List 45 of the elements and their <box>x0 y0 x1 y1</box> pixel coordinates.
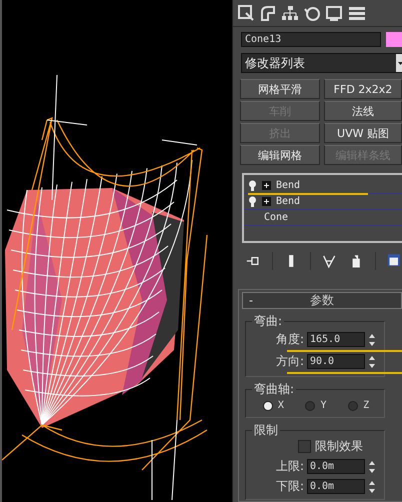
utilities-icon[interactable] <box>347 4 365 22</box>
spinner-arrows-icon[interactable] <box>368 354 376 368</box>
group-title: 弯曲: <box>253 314 284 328</box>
stack-item[interactable]: Cone <box>264 212 288 223</box>
checkbox[interactable] <box>298 440 311 453</box>
rollout-title: 参数 <box>309 292 335 309</box>
stack-item[interactable]: Bend <box>276 180 300 191</box>
radio-option[interactable]: Z <box>348 400 370 411</box>
modifier-button[interactable]: UVW 贴图 <box>324 123 402 143</box>
modifier-button[interactable]: FFD 2x2x2 <box>324 79 402 99</box>
object-name-field[interactable]: Cone13 <box>241 32 381 47</box>
spinner-field[interactable]: 0.0m <box>307 479 365 494</box>
field-label: 角度: <box>276 331 304 348</box>
field-label: 方向: <box>276 353 304 370</box>
collapse-toggle[interactable]: - <box>243 294 263 307</box>
group-title: 弯曲轴: <box>253 382 296 396</box>
field-label: 下限: <box>276 478 304 495</box>
modifier-list-dropdown[interactable]: 修改器列表 <box>241 53 402 73</box>
spinner-field[interactable]: 90.0 <box>307 354 365 369</box>
field-label: 上限: <box>276 458 304 475</box>
stack-item[interactable]: Bend <box>276 196 300 207</box>
configure-icon[interactable] <box>386 253 402 269</box>
modifier-button[interactable]: 编辑网格 <box>240 145 320 165</box>
motion-icon[interactable] <box>303 4 321 22</box>
group-title: 限制 <box>253 423 279 437</box>
modifier-button[interactable]: 法线 <box>324 101 402 121</box>
create-icon[interactable] <box>237 4 255 22</box>
radio-option[interactable]: X <box>262 400 284 411</box>
spinner-field[interactable]: 165.0 <box>307 332 365 347</box>
spinner-arrows-icon[interactable] <box>368 480 376 494</box>
lightbulb-icon[interactable] <box>248 196 257 207</box>
spinner-arrows-icon[interactable] <box>368 460 376 474</box>
radio-option[interactable]: Y <box>305 400 326 411</box>
rollout-header[interactable]: - 参数 <box>242 292 402 309</box>
spinner-arrows-icon[interactable] <box>368 332 376 346</box>
expand-icon[interactable] <box>262 181 271 190</box>
lightbulb-icon[interactable] <box>248 180 257 191</box>
display-icon[interactable] <box>325 4 343 22</box>
color-swatch[interactable] <box>386 32 402 47</box>
checkbox-label[interactable]: 限制效果 <box>315 438 363 455</box>
pipe-icon[interactable] <box>259 4 277 22</box>
modifier-button[interactable]: 网格平滑 <box>240 79 320 99</box>
expand-icon[interactable] <box>262 197 271 206</box>
hierarchy-icon[interactable] <box>281 4 299 22</box>
spinner-field[interactable]: 0.0m <box>307 459 365 474</box>
